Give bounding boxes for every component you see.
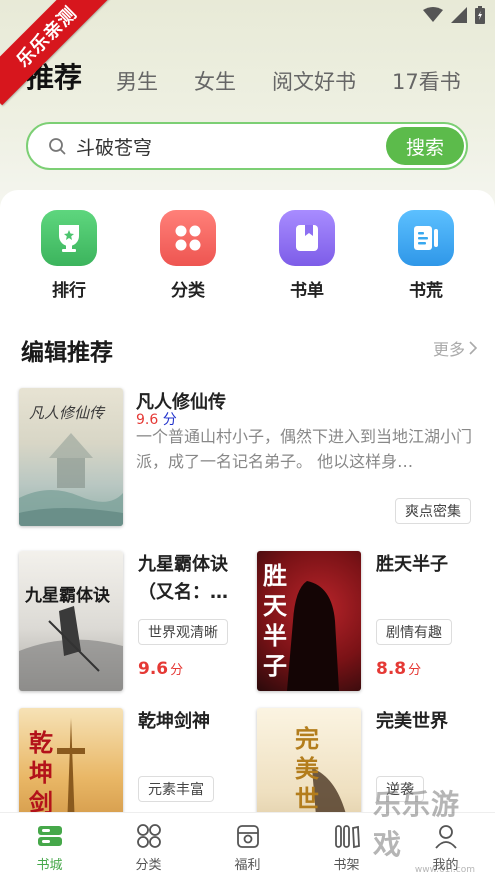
nav-bookstore[interactable]: 书城: [0, 813, 99, 881]
book-tag: 爽点密集: [395, 498, 471, 524]
book-card[interactable]: 乾坤剑神 乾坤剑神 元素丰富: [19, 708, 249, 812]
book-score: 9.6 分: [138, 659, 183, 679]
bookstore-icon: [37, 825, 62, 846]
book-card[interactable]: 九星霸体诀 九星霸体诀（又名：… 世界观清晰 9.6 分: [19, 551, 249, 691]
search-bar: 搜索: [26, 122, 468, 170]
search-icon: [49, 138, 66, 155]
book-cover: 凡人修仙传: [19, 388, 123, 526]
search-button[interactable]: 搜索: [386, 127, 464, 165]
book-cover: 九星霸体诀: [19, 551, 123, 691]
more-link-label: 更多: [432, 340, 465, 359]
cover-title: 胜天半子: [263, 561, 287, 680]
book-title: 九星霸体诀（又名：…: [138, 554, 228, 603]
cover-title: 凡人修仙传: [29, 404, 105, 422]
book-score: 8.8 分: [376, 659, 421, 679]
nav-category[interactable]: 分类: [99, 813, 198, 881]
quick-nav-booklist[interactable]: 书单: [262, 210, 352, 301]
tab-male[interactable]: 男生: [116, 66, 158, 96]
quick-nav-label: 分类: [171, 281, 205, 301]
quick-nav-label: 书单: [290, 281, 324, 301]
quick-nav-label: 书荒: [409, 281, 443, 301]
quick-nav-ranking[interactable]: 排行: [24, 210, 114, 301]
quick-nav: 排行 分类 书单 书荒: [0, 210, 495, 310]
book-title: 胜天半子: [376, 554, 448, 575]
score-value: 9.6: [138, 659, 169, 679]
tab-female[interactable]: 女生: [194, 66, 236, 96]
nav-welfare[interactable]: 福利: [198, 813, 297, 881]
quick-nav-bookshortage[interactable]: 书荒: [381, 210, 471, 301]
more-link[interactable]: 更多: [433, 336, 477, 360]
nav-label: 我的: [432, 857, 459, 873]
cover-title: 乾坤剑神: [29, 728, 53, 812]
tab-yuewen[interactable]: 阅文好书: [272, 66, 356, 96]
book-cover: 完美世界: [257, 708, 361, 812]
content-panel: 排行 分类 书单 书荒 编辑推荐 更多 凡人修仙传 凡人修仙传 9.6 分 一个…: [0, 190, 495, 812]
score-value: 8.8: [376, 659, 407, 679]
top-tabs: 推荐 男生 女生 阅文好书 17看书: [26, 52, 479, 96]
quick-nav-category[interactable]: 分类: [143, 210, 233, 301]
book-cover: 胜天半子: [257, 551, 361, 691]
cover-title: 九星霸体诀: [25, 586, 110, 606]
score-unit: 分: [408, 663, 422, 678]
nav-profile[interactable]: 我的: [396, 813, 495, 881]
wifi-icon: [423, 7, 443, 22]
nav-label: 书架: [333, 857, 360, 873]
chevron-right-icon: [469, 341, 477, 355]
book-tag: 世界观清晰: [138, 619, 228, 645]
nav-bookshelf[interactable]: 书架: [297, 813, 396, 881]
booklist-icon: [279, 210, 335, 266]
book-tag: 剧情有趣: [376, 619, 452, 645]
grid-icon: [160, 210, 216, 266]
bottom-nav: 书城 分类 福利 书架 我的: [0, 812, 495, 881]
bookshelf-icon: [334, 824, 360, 848]
gift-icon: [236, 824, 259, 848]
nav-label: 书城: [36, 857, 63, 873]
category-icon: [136, 823, 161, 848]
book-tag: 逆袭: [376, 776, 424, 802]
tab-17kan[interactable]: 17看书: [392, 66, 461, 96]
search-input[interactable]: [76, 135, 366, 157]
cover-title: 完美世界: [295, 724, 319, 812]
book-card[interactable]: 完美世界 完美世界 逆袭: [257, 708, 487, 812]
section-title: 编辑推荐: [21, 340, 113, 366]
signal-icon: [451, 7, 467, 23]
trophy-icon: [41, 210, 97, 266]
book-open-icon: [398, 210, 454, 266]
book-description: 一个普通山村小子，偶然下进入到当地江湖小门派，成了一名记名弟子。 他以这样身…: [136, 427, 473, 471]
featured-book[interactable]: 凡人修仙传 凡人修仙传 9.6 分 一个普通山村小子，偶然下进入到当地江湖小门派…: [19, 388, 479, 526]
book-tag: 元素丰富: [138, 776, 214, 802]
battery-icon: [475, 6, 485, 24]
nav-label: 福利: [234, 857, 261, 873]
book-card[interactable]: 胜天半子 胜天半子 剧情有趣 8.8 分: [257, 551, 487, 691]
book-title: 乾坤剑神: [138, 711, 210, 732]
quick-nav-label: 排行: [52, 281, 86, 301]
nav-label: 分类: [135, 857, 162, 873]
book-cover: 乾坤剑神: [19, 708, 123, 812]
profile-icon: [434, 824, 457, 849]
book-title: 完美世界: [376, 711, 448, 732]
score-unit: 分: [170, 663, 184, 678]
